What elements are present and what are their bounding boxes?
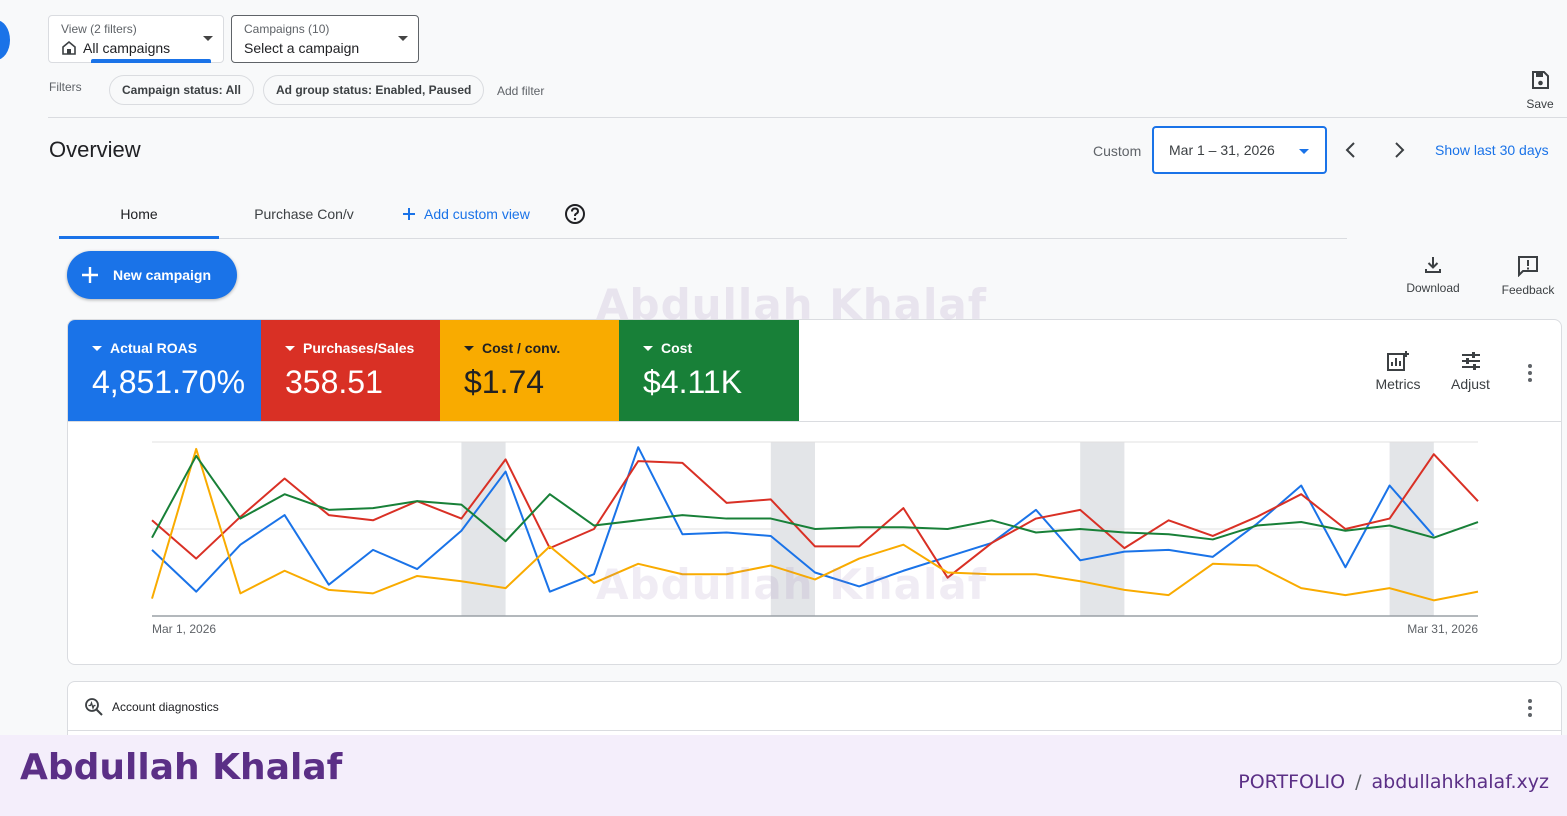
account-diagnostics-label: Account diagnostics (112, 700, 219, 714)
save-icon (1532, 71, 1549, 89)
tab-home-label: Home (120, 206, 158, 222)
add-custom-view-button[interactable]: Add custom view (402, 190, 530, 238)
page-title: Overview (49, 137, 141, 162)
x-axis-end-label: Mar 31, 2026 (1407, 622, 1478, 636)
campaigns-caption: Campaigns (10) (244, 22, 330, 36)
portfolio-label: PORTFOLIO (1238, 771, 1346, 793)
metrics-label: Metrics (1375, 376, 1421, 392)
caret-down-icon (464, 345, 474, 351)
view-filter-indicator (91, 59, 211, 63)
save-label: Save (1526, 97, 1554, 111)
metric-name: Cost / conv. (482, 340, 561, 356)
more-options-icon[interactable] (1528, 364, 1532, 385)
download-label: Download (1406, 281, 1460, 295)
metric-tile-purchases-sales[interactable]: Purchases/Sales 358.51 (261, 320, 440, 421)
metric-name: Actual ROAS (110, 340, 198, 356)
watermark-text: Abdullah Khalaf (596, 560, 987, 609)
filter-chip-campaign-status[interactable]: Campaign status: All (109, 75, 254, 105)
show-last-30-days-link[interactable]: Show last 30 days (1435, 142, 1549, 158)
metric-name: Purchases/Sales (303, 340, 415, 356)
metric-value: $4.11K (643, 364, 743, 400)
feedback-label: Feedback (1501, 283, 1555, 297)
new-campaign-label: New campaign (113, 267, 212, 283)
tab-home[interactable]: Home (59, 190, 219, 239)
help-icon[interactable] (564, 203, 586, 225)
line-chart: Mar 1, 2026 Mar 31, 2026 (151, 441, 1479, 636)
author-name: Abdullah Khalaf (20, 747, 343, 788)
header-divider (48, 117, 1567, 118)
metric-value: 358.51 (285, 364, 383, 400)
metric-name: Cost (661, 340, 693, 356)
add-filter-button[interactable]: Add filter (497, 84, 544, 98)
filters-label: Filters (49, 80, 82, 94)
tab-purchase-conv[interactable]: Purchase Con/v (234, 190, 374, 238)
home-icon (62, 40, 76, 55)
plus-icon (403, 208, 415, 220)
caret-down-icon (92, 345, 102, 351)
portfolio-separator: / (1355, 771, 1362, 793)
date-preset-label: Custom (1093, 143, 1142, 159)
chevron-down-icon (1299, 149, 1309, 154)
diagnostics-search-icon (85, 698, 103, 716)
chevron-right-icon[interactable] (1387, 138, 1411, 162)
feedback-icon (1518, 256, 1538, 277)
plus-icon (82, 267, 98, 283)
more-options-icon[interactable] (1528, 699, 1532, 720)
metric-value: 4,851.70% (92, 364, 246, 400)
account-avatar-dot[interactable] (0, 20, 10, 60)
campaigns-value: Select a campaign (244, 40, 360, 56)
feedback-button[interactable]: Feedback (1495, 255, 1561, 297)
date-range-picker[interactable]: Mar 1 – 31, 2026 (1152, 126, 1327, 174)
view-filter-value: All campaigns (83, 40, 171, 56)
x-axis-start-label: Mar 1, 2026 (152, 622, 216, 636)
view-tabs: Home Purchase Con/v Add custom view (59, 190, 1347, 239)
caret-down-icon (643, 345, 653, 351)
new-campaign-button[interactable]: New campaign (67, 251, 237, 299)
metric-tile-cost[interactable]: Cost $4.11K (619, 320, 799, 421)
adjust-label: Adjust (1451, 376, 1490, 392)
portfolio-site: abdullahkhalaf.xyz (1371, 771, 1549, 793)
adjust-button[interactable]: Adjust (1443, 350, 1498, 392)
date-range-value: Mar 1 – 31, 2026 (1169, 142, 1275, 158)
portfolio-banner: Abdullah Khalaf PORTFOLIO / abdullahkhalaf… (0, 735, 1567, 816)
watermark-text: Abdullah Khalaf (596, 280, 987, 329)
chevron-down-icon (203, 36, 213, 41)
chevron-left-icon[interactable] (1339, 138, 1363, 162)
diagnostics-divider (68, 730, 1561, 731)
tune-icon (1461, 352, 1480, 370)
tab-purchase-label: Purchase Con/v (254, 206, 354, 222)
campaigns-dropdown[interactable]: Campaigns (10) Select a campaign (231, 15, 419, 63)
account-diagnostics-card[interactable]: Account diagnostics (67, 681, 1562, 741)
performance-chart-card: Actual ROAS 4,851.70% Purchases/Sales 35… (67, 319, 1562, 665)
filter-chip-ad-group-status[interactable]: Ad group status: Enabled, Paused (263, 75, 485, 105)
metric-tile-actual-roas[interactable]: Actual ROAS 4,851.70% (68, 320, 261, 421)
add-custom-view-label: Add custom view (424, 206, 530, 222)
metrics-button[interactable]: Metrics (1368, 350, 1428, 392)
metric-tile-cost-per-conv[interactable]: Cost / conv. $1.74 (440, 320, 619, 421)
chevron-down-icon (398, 36, 408, 41)
metric-value: $1.74 (464, 364, 545, 400)
view-filter-dropdown[interactable]: View (2 filters) All campaigns (48, 15, 224, 63)
active-tab-indicator (59, 236, 219, 239)
chart-plus-icon (1387, 351, 1409, 371)
view-filter-caption: View (2 filters) (61, 22, 137, 36)
portfolio-link[interactable]: PORTFOLIO / abdullahkhalaf.xyz (1238, 771, 1549, 793)
download-button[interactable]: Download (1400, 255, 1466, 295)
download-icon (1425, 257, 1441, 273)
caret-down-icon (285, 345, 295, 351)
save-button[interactable]: Save (1525, 70, 1555, 111)
